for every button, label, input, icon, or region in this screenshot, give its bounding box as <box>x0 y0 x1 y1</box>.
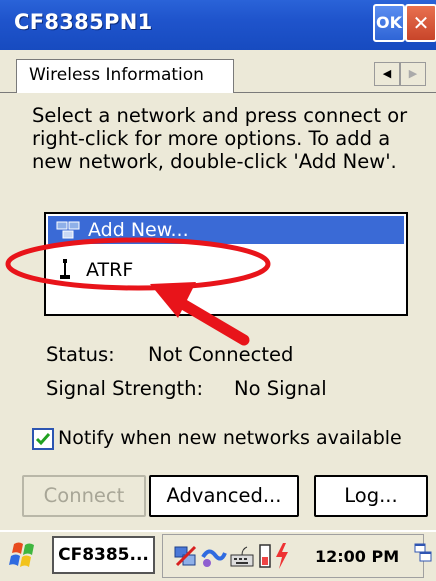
checkmark-icon <box>35 433 51 446</box>
system-tray: 12:00 PM <box>162 534 424 578</box>
list-item-add-new[interactable]: Add New... <box>48 216 404 244</box>
battery-icon[interactable] <box>257 543 273 571</box>
list-item-atrf[interactable]: ATRF <box>48 256 404 284</box>
connection-icon[interactable] <box>201 545 227 569</box>
title-bar: CF8385PN1 OK ✕ <box>0 0 436 50</box>
status-label: Status: <box>46 343 115 366</box>
status-value: Not Connected <box>148 343 294 366</box>
tab-scroll-right-button[interactable]: ▶ <box>400 62 426 86</box>
signal-strength-value: No Signal <box>234 377 327 400</box>
taskbar: CF8385... 12:00 PM <box>0 530 436 581</box>
network-list[interactable]: Add New... ATRF <box>44 212 408 316</box>
notify-checkbox-label: Notify when new networks available <box>58 427 402 449</box>
tab-label: Wireless Information <box>29 65 204 85</box>
right-arrow-icon: ▶ <box>408 67 418 80</box>
signal-strength-label: Signal Strength: <box>46 377 204 400</box>
power-lightning-icon[interactable] <box>273 541 291 571</box>
list-item-label: Add New... <box>88 219 189 241</box>
desktop-icon[interactable] <box>413 542 433 566</box>
keyboard-icon[interactable] <box>229 543 255 569</box>
antenna-icon <box>60 259 70 279</box>
tab-wireless-information[interactable]: Wireless Information <box>16 59 234 93</box>
connect-button[interactable]: Connect <box>22 475 146 517</box>
tab-scroll-left-button[interactable]: ◀ <box>374 62 400 86</box>
tab-scroll-arrows: ◀ ▶ <box>374 62 428 86</box>
close-button[interactable]: ✕ <box>405 4 436 42</box>
ok-button[interactable]: OK <box>373 4 405 42</box>
window-title: CF8385PN1 <box>14 10 153 34</box>
network-status-icon[interactable] <box>173 543 201 571</box>
taskbar-task-button[interactable]: CF8385... <box>52 536 155 574</box>
list-item-label: ATRF <box>86 259 134 281</box>
left-arrow-icon: ◀ <box>382 67 392 80</box>
instructions-text: Select a network and press connect or ri… <box>32 104 408 173</box>
advanced-button[interactable]: Advanced... <box>149 475 299 517</box>
add-network-icon <box>56 221 80 239</box>
log-button[interactable]: Log... <box>314 475 428 517</box>
windows-flag-icon[interactable] <box>8 540 38 572</box>
notify-checkbox[interactable] <box>32 428 54 450</box>
clock[interactable]: 12:00 PM <box>315 547 399 566</box>
